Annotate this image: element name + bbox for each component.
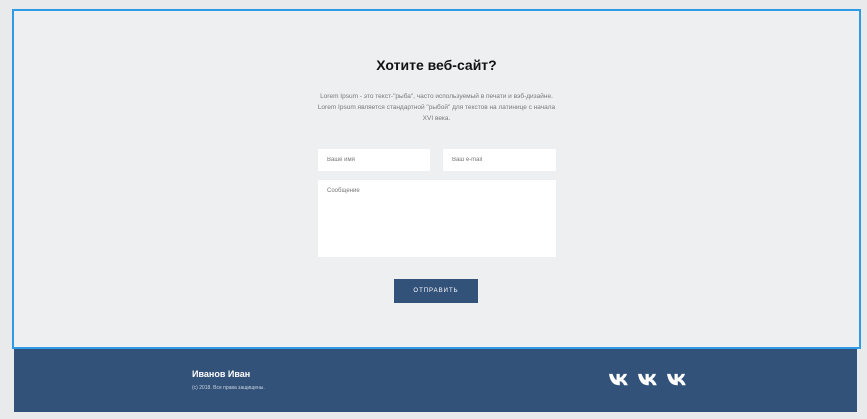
vk-link-3[interactable] xyxy=(667,373,688,387)
footer-author: Иванов Иван xyxy=(192,369,251,379)
contact-title: Хотите веб-сайт? xyxy=(376,57,497,73)
contact-description: Lorem Ipsum - это текст-"рыба", часто ис… xyxy=(317,93,556,122)
contact-section: Хотите веб-сайт? Lorem Ipsum - это текст… xyxy=(12,9,861,349)
social-links xyxy=(609,373,688,387)
name-input[interactable] xyxy=(318,149,430,171)
vk-link-1[interactable] xyxy=(609,373,630,387)
vk-icon xyxy=(667,373,686,386)
vk-icon xyxy=(638,373,657,386)
submit-button[interactable]: ОТПРАВИТЬ xyxy=(394,279,478,303)
footer: Иванов Иван (c) 2018. Все права защищены… xyxy=(14,349,857,412)
email-input[interactable] xyxy=(443,149,556,171)
message-input[interactable] xyxy=(318,180,556,257)
footer-copyright: (c) 2018. Все права защищены. xyxy=(192,385,265,391)
vk-link-2[interactable] xyxy=(638,373,659,387)
page: Хотите веб-сайт? Lorem Ipsum - это текст… xyxy=(0,0,867,419)
vk-icon xyxy=(609,373,628,386)
